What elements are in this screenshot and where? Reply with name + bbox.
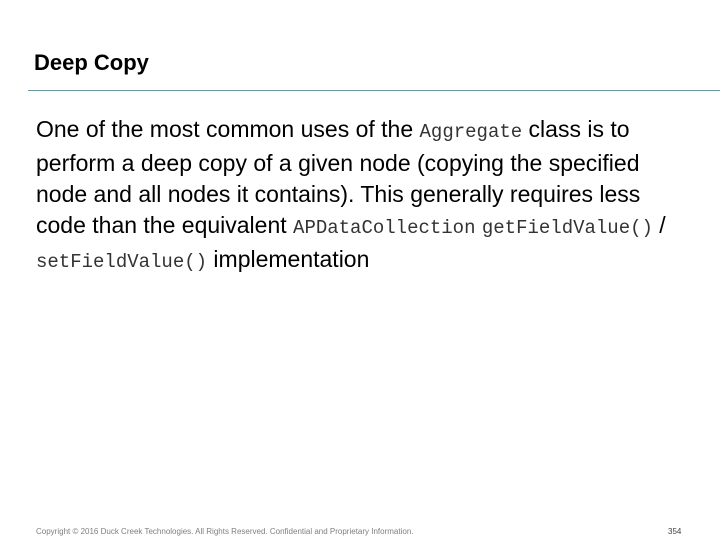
slide: Deep Copy One of the most common uses of… <box>0 0 720 540</box>
slide-body: One of the most common uses of the Aggre… <box>36 114 696 278</box>
code-setfieldvalue: setFieldValue() <box>36 251 208 273</box>
slide-title: Deep Copy <box>34 50 149 75</box>
code-apdatacollection: APDataCollection <box>293 217 476 239</box>
page-number: 354 <box>668 527 682 536</box>
title-divider <box>28 90 720 91</box>
code-getfieldvalue: getFieldValue() <box>481 217 653 239</box>
copyright-footer: Copyright © 2016 Duck Creek Technologies… <box>36 527 414 536</box>
code-aggregate: Aggregate <box>419 121 523 143</box>
body-text-5: implementation <box>207 246 370 272</box>
body-text-1: One of the most common uses of the <box>36 116 420 142</box>
body-text-4: / <box>652 212 666 238</box>
